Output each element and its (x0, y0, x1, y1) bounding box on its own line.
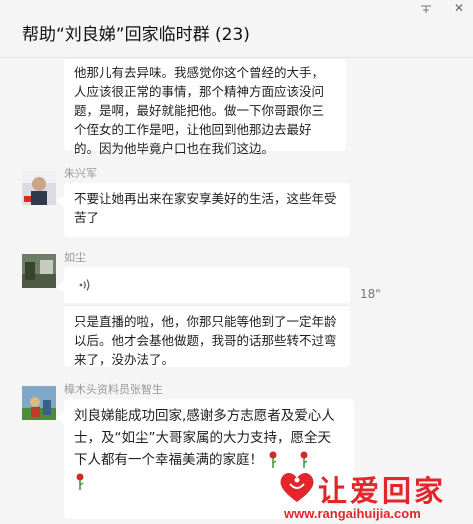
chat-header: 帮助“刘良娣”回家临时群 (23) ✕ (0, 0, 473, 58)
pin-icon[interactable] (420, 4, 432, 14)
voice-message-bubble[interactable] (64, 267, 350, 303)
avatar[interactable] (22, 171, 56, 205)
voice-wave-icon (79, 279, 90, 291)
message-bubble[interactable]: 他那儿有去异味。我感觉你这个曾经的大手，人应该很正常的事情，那个精神方面应该没问… (64, 59, 346, 156)
voice-transcript[interactable]: 只是直播的啦，他，你那只能等他到了一定年龄以后。他才会基他做题，我哥的话那些转不… (64, 305, 350, 367)
message-text: 他那儿有去异味。我感觉你这个曾经的大手，人应该很正常的事情，那个精神方面应该没问… (74, 65, 325, 156)
sender-name: 如尘 (64, 251, 86, 264)
message-text: 只是直播的啦，他，你那只能等他到了一定年龄以后。他才会基他做题，我哥的话那些转不… (74, 314, 337, 367)
chat-title: 帮助“刘良娣”回家临时群 (23) (22, 25, 250, 45)
bubble-tail (57, 281, 64, 293)
avatar[interactable] (22, 254, 56, 288)
bubble-tail (57, 412, 64, 424)
message-bubble[interactable]: 不要让她再出来在家安享美好的生活，这些年受苦了 (64, 183, 350, 237)
brand-url: www.rangaihuijia.com (284, 506, 421, 521)
sender-name: 朱兴军 (64, 167, 97, 180)
bubble-tail (57, 195, 64, 207)
rose-emoji-icon (76, 473, 84, 490)
avatar[interactable] (22, 386, 56, 420)
message-text: 不要让她再出来在家安享美好的生活，这些年受苦了 (74, 191, 337, 225)
voice-duration: 18" (360, 287, 381, 301)
rose-emoji-icon (300, 451, 308, 468)
heart-hands-icon (280, 472, 314, 502)
brand-name: 让爱回家 (318, 474, 447, 508)
rose-emoji-icon (269, 451, 277, 468)
sender-name: 樟木头资料员张智生 (64, 383, 163, 396)
close-icon[interactable]: ✕ (453, 2, 465, 14)
watermark-logo: 让爱回家 www.rangaihuijia.com (270, 468, 473, 524)
message-list[interactable]: 他那儿有去异味。我感觉你这个曾经的大手，人应该很正常的事情，那个精神方面应该没问… (0, 59, 473, 524)
message-text: 刘良娣能成功回家,感谢多方志愿者及爱心人士，及“如尘”大哥家属的大力支持，愿全天… (74, 408, 335, 468)
